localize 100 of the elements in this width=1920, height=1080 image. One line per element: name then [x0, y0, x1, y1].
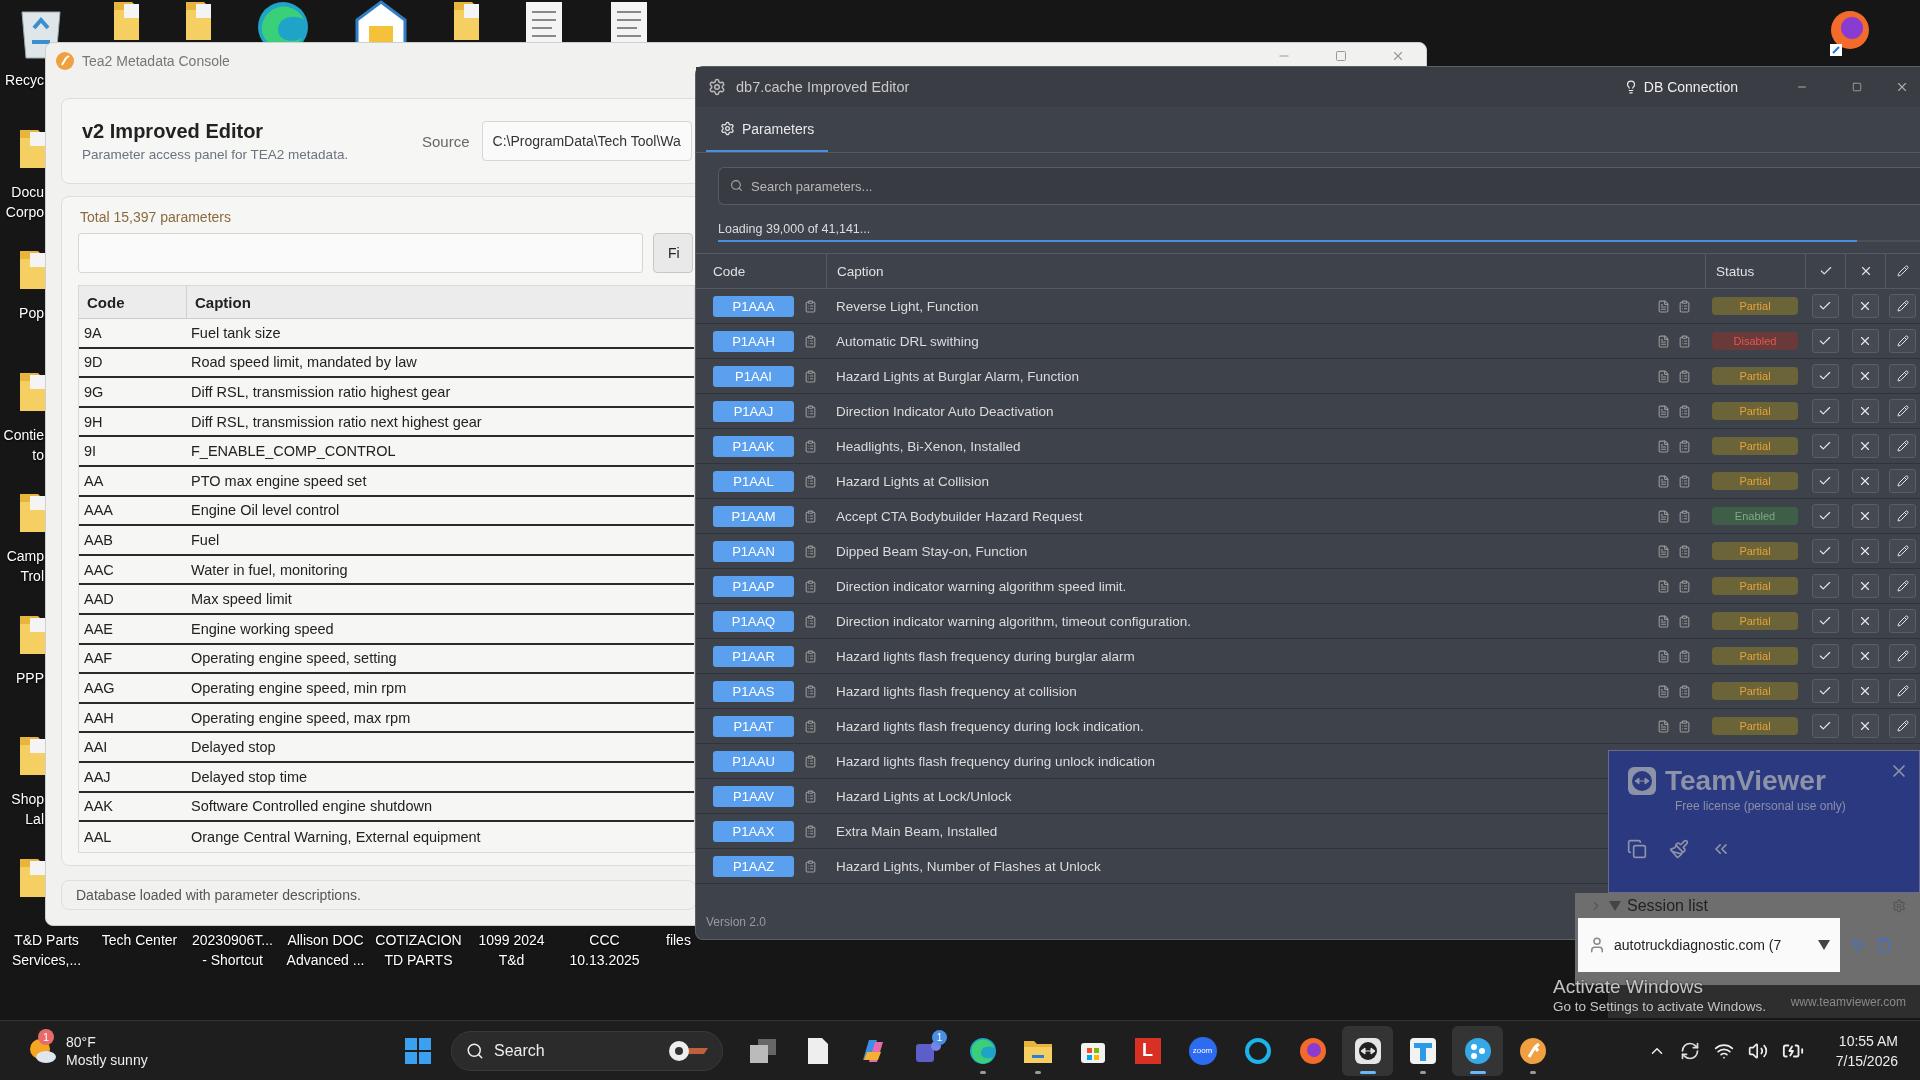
edit-button[interactable]	[1889, 504, 1916, 528]
accept-button[interactable]	[1811, 609, 1839, 633]
db-connection-button[interactable]: DB Connection	[1617, 78, 1744, 96]
accept-button[interactable]	[1811, 434, 1839, 458]
desktop-icon-label[interactable]: Allison DOC Advanced ...	[279, 930, 372, 970]
edit-button[interactable]	[1889, 329, 1916, 353]
taskbar-button[interactable]	[1452, 1025, 1503, 1076]
clipboard-icon[interactable]	[804, 684, 817, 698]
edit-button[interactable]	[1889, 294, 1916, 318]
clipboard-icon[interactable]	[1678, 719, 1691, 733]
clipboard-icon[interactable]	[804, 334, 817, 348]
copy-icon[interactable]	[1627, 839, 1647, 859]
parameters-tab[interactable]: Parameters	[706, 107, 829, 152]
reject-button[interactable]	[1851, 364, 1879, 388]
clipboard-icon[interactable]	[1678, 439, 1691, 453]
document-icon[interactable]	[1657, 719, 1670, 733]
desktop-icon-label[interactable]: Pop	[0, 303, 44, 323]
search-field[interactable]: Search parameters...	[718, 167, 1920, 205]
clipboard-icon[interactable]	[1678, 684, 1691, 698]
reject-button[interactable]	[1851, 294, 1879, 318]
clipboard-icon[interactable]	[804, 789, 817, 803]
clipboard-icon[interactable]	[1678, 509, 1691, 523]
edit-button[interactable]	[1889, 539, 1916, 563]
clipboard-icon[interactable]	[1678, 404, 1691, 418]
document-icon[interactable]	[1657, 474, 1670, 488]
clipboard-icon[interactable]	[804, 509, 817, 523]
document-icon[interactable]	[1657, 684, 1670, 698]
desktop-icon-label[interactable]: 1099 2024 T&d	[465, 930, 558, 970]
accept-button[interactable]	[1811, 539, 1839, 563]
clipboard-icon[interactable]	[1678, 474, 1691, 488]
taskbar-button[interactable]: zoom	[1177, 1025, 1228, 1076]
brush-icon[interactable]	[1669, 839, 1689, 859]
desktop-icon-label[interactable]: Docu Corpo	[0, 181, 44, 222]
clipboard-icon[interactable]	[804, 579, 817, 593]
edit-button[interactable]	[1889, 399, 1916, 423]
clipboard-icon[interactable]	[804, 439, 817, 453]
desktop-icon-label[interactable]: T&D Parts Services,...	[0, 930, 93, 970]
edit-button[interactable]	[1889, 364, 1916, 388]
reject-button[interactable]	[1851, 714, 1879, 738]
source-field[interactable]: C:\ProgramData\Tech Tool\Wa	[481, 121, 692, 161]
desktop-icon-label[interactable]: Recyc	[0, 70, 44, 90]
clipboard-icon[interactable]	[804, 719, 817, 733]
document-icon[interactable]	[1657, 579, 1670, 593]
search-box[interactable]: Search	[451, 1030, 723, 1071]
reject-button[interactable]	[1851, 539, 1879, 563]
edit-button[interactable]	[1889, 679, 1916, 703]
taskbar-button[interactable]: L	[1122, 1025, 1173, 1076]
website-link[interactable]: www.teamviewer.com	[1790, 994, 1906, 1009]
clipboard-icon[interactable]	[804, 824, 817, 838]
session-entry[interactable]: autotruckdiagnostic.com (7	[1578, 918, 1840, 972]
accept-button[interactable]	[1811, 399, 1839, 423]
desktop-icon-label[interactable]: 20230906T... - Shortcut	[186, 930, 279, 970]
clipboard-icon[interactable]	[804, 474, 817, 488]
document-icon[interactable]	[1657, 509, 1670, 523]
reject-button[interactable]	[1851, 679, 1879, 703]
accept-button[interactable]	[1811, 294, 1839, 318]
document-icon[interactable]	[1657, 649, 1670, 663]
document-icon[interactable]	[1657, 369, 1670, 383]
edit-button[interactable]	[1889, 714, 1916, 738]
clipboard-icon[interactable]	[804, 649, 817, 663]
clipboard-icon[interactable]	[804, 404, 817, 418]
accept-button[interactable]	[1811, 679, 1839, 703]
clipboard-icon[interactable]	[1678, 614, 1691, 628]
edit-button[interactable]	[1889, 644, 1916, 668]
reject-button[interactable]	[1851, 609, 1879, 633]
edit-button[interactable]	[1889, 609, 1916, 633]
reject-button[interactable]	[1851, 469, 1879, 493]
accept-button[interactable]	[1811, 329, 1839, 353]
sync-icon[interactable]	[1679, 1040, 1700, 1061]
clipboard-icon[interactable]	[1678, 299, 1691, 313]
caret-icon[interactable]	[1609, 900, 1621, 911]
filter-field[interactable]	[78, 233, 643, 273]
document-icon[interactable]	[1657, 439, 1670, 453]
clipboard-icon[interactable]	[1678, 369, 1691, 383]
clipboard-icon[interactable]	[804, 859, 817, 873]
desktop-icon-label[interactable]: CCC 10.13.2025	[558, 930, 651, 970]
accept-button[interactable]	[1811, 714, 1839, 738]
accept-button[interactable]	[1811, 504, 1839, 528]
desktop-icon-label[interactable]: Tech Center	[93, 930, 186, 970]
desktop-icon-label[interactable]: PPP	[0, 667, 44, 688]
clipboard-icon[interactable]	[1678, 334, 1691, 348]
reject-button[interactable]	[1851, 434, 1879, 458]
desktop-icon-label[interactable]: Camp Trol	[0, 546, 44, 586]
accept-button[interactable]	[1811, 574, 1839, 598]
accept-button[interactable]	[1811, 469, 1839, 493]
accept-button[interactable]	[1811, 364, 1839, 388]
document-icon[interactable]	[1657, 299, 1670, 313]
reject-button[interactable]	[1851, 329, 1879, 353]
clipboard-icon[interactable]	[1678, 649, 1691, 663]
clipboard-icon[interactable]	[804, 299, 817, 313]
accept-button[interactable]	[1811, 644, 1839, 668]
reject-button[interactable]	[1851, 644, 1879, 668]
find-button[interactable]: Fi	[653, 233, 693, 273]
desktop-icon-label[interactable]: Shop Lal	[0, 789, 44, 829]
desktop-icon-label[interactable]: Contie to	[0, 424, 44, 465]
clipboard-icon[interactable]	[804, 369, 817, 383]
clipboard-icon[interactable]	[1678, 579, 1691, 593]
edit-button[interactable]	[1889, 434, 1916, 458]
reject-button[interactable]	[1851, 504, 1879, 528]
clipboard-icon[interactable]	[1678, 544, 1691, 558]
